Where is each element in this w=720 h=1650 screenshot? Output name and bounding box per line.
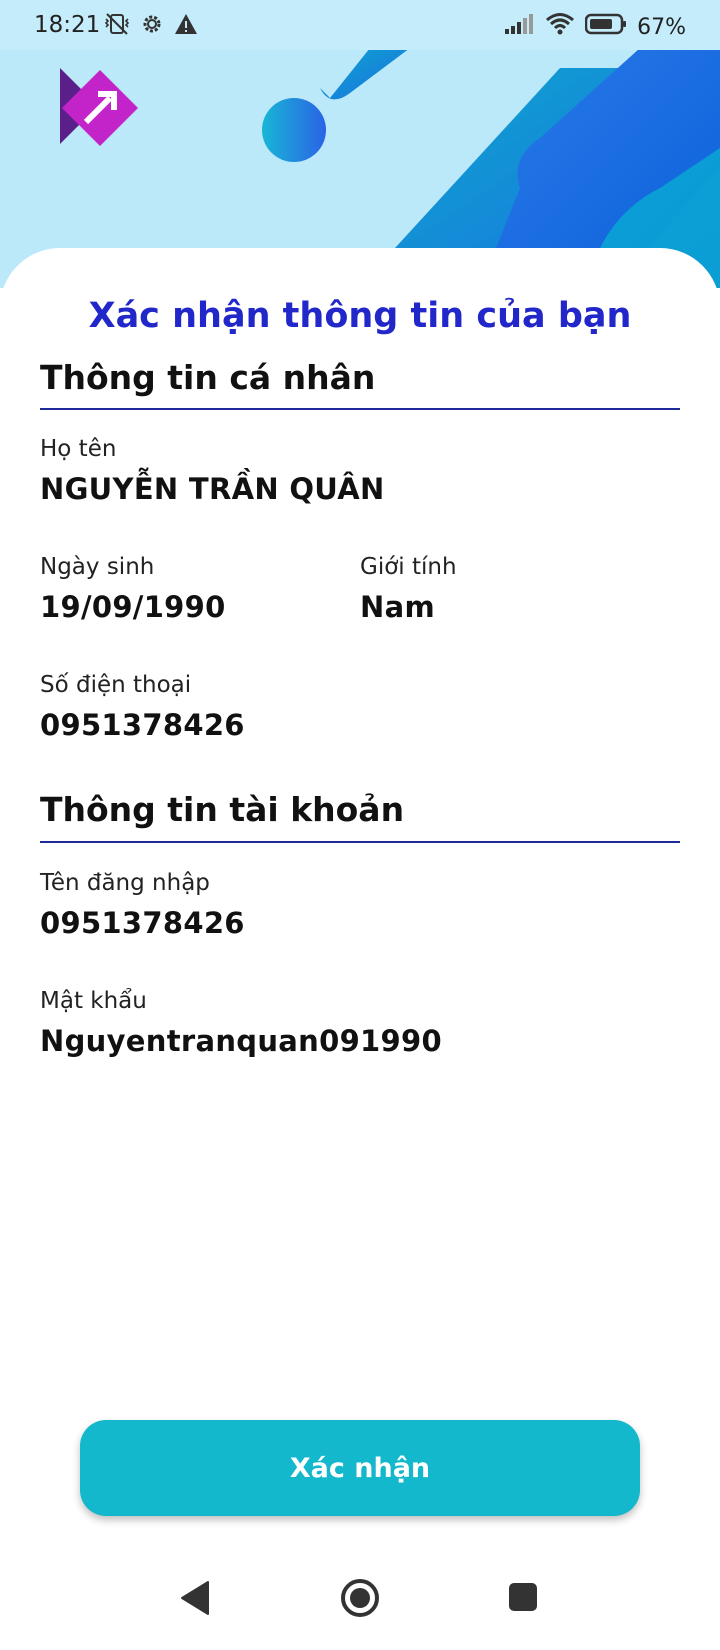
status-bar: 18:21 67%	[0, 0, 720, 50]
password-label: Mật khẩu	[40, 988, 147, 1014]
section-title-account: Thông tin tài khoản	[40, 790, 405, 829]
confirm-button[interactable]: Xác nhận	[80, 1420, 640, 1516]
battery-percentage: 67%	[637, 14, 686, 40]
password-value: Nguyentranquan091990	[40, 1024, 442, 1058]
name-value: NGUYỄN TRẦN QUÂN	[40, 472, 385, 506]
section-title-personal: Thông tin cá nhân	[40, 358, 376, 397]
recents-icon[interactable]	[508, 1582, 538, 1616]
warning-icon	[174, 13, 198, 39]
section-divider	[40, 841, 680, 843]
phone-value: 0951378426	[40, 708, 245, 742]
name-label: Họ tên	[40, 436, 117, 462]
gender-label: Giới tính	[360, 554, 457, 580]
app-logo	[58, 68, 140, 152]
battery-icon	[584, 13, 627, 41]
gear-icon	[140, 12, 164, 40]
signal-icon	[505, 13, 535, 41]
username-value: 0951378426	[40, 906, 245, 940]
section-divider	[40, 408, 680, 410]
vibrate-off-icon	[104, 12, 130, 40]
dob-label: Ngày sinh	[40, 554, 155, 580]
status-time: 18:21	[34, 12, 101, 38]
dob-value: 19/09/1990	[40, 590, 226, 624]
home-icon[interactable]	[340, 1578, 380, 1622]
navigation-bar	[0, 1560, 720, 1650]
gender-value: Nam	[360, 590, 435, 624]
back-icon[interactable]	[180, 1580, 210, 1620]
wifi-icon	[545, 12, 575, 42]
phone-label: Số điện thoại	[40, 672, 192, 698]
username-label: Tên đăng nhập	[40, 870, 210, 896]
page-title: Xác nhận thông tin của bạn	[88, 296, 632, 336]
